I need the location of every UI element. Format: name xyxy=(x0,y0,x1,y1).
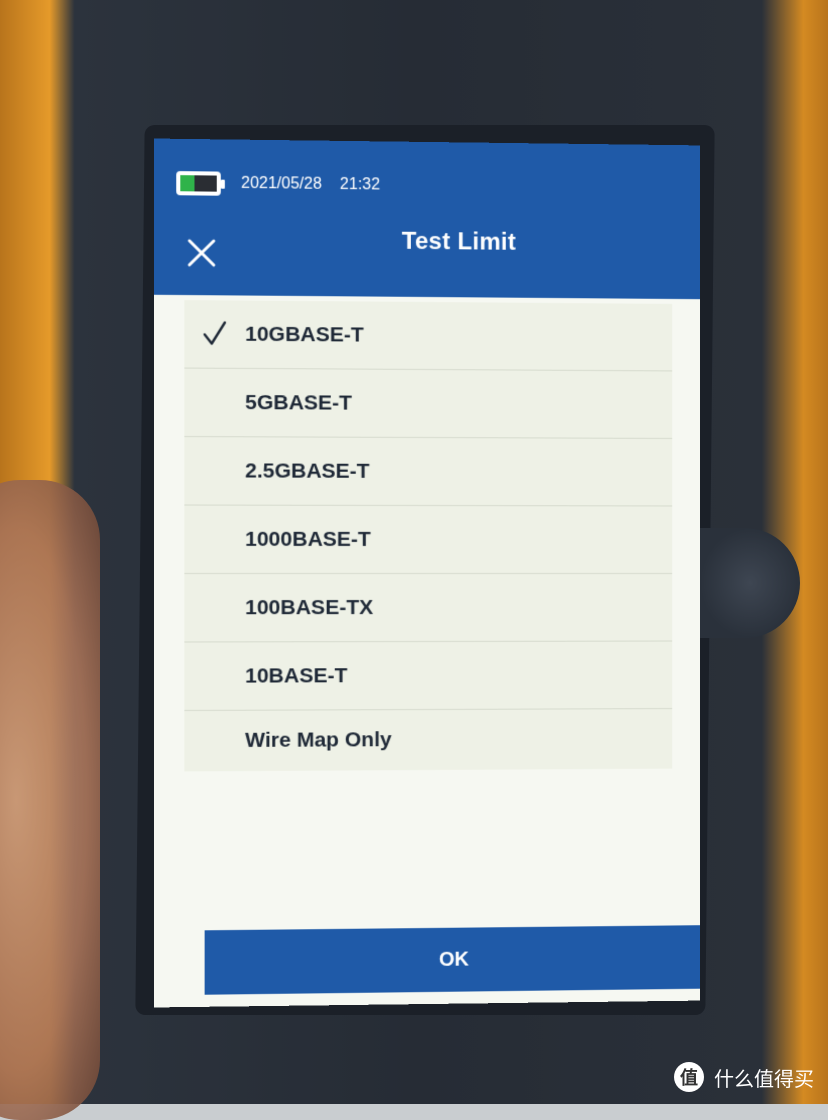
limit-option-label: 100BASE-TX xyxy=(245,596,373,620)
status-bar: 2021/05/28 21:32 xyxy=(176,169,380,199)
hand xyxy=(0,480,100,1120)
limit-option-2-5gbase-t[interactable]: 2.5GBASE-T xyxy=(184,437,672,506)
limit-option-10gbase-t[interactable]: 10GBASE-T xyxy=(184,300,672,371)
watermark-logo-icon: 值 xyxy=(674,1062,704,1092)
watermark-text: 什么值得买 xyxy=(714,1063,814,1092)
limit-option-wire-map-only[interactable]: Wire Map Only xyxy=(184,709,672,771)
touch-screen: 2021/05/28 21:32 Test Limit 10GBASE-T 5G… xyxy=(154,139,700,1008)
watermark: 值 什么值得买 xyxy=(674,1062,814,1092)
limit-option-label: 1000BASE-T xyxy=(245,527,371,551)
limit-option-label: 2.5GBASE-T xyxy=(245,459,370,483)
test-limit-list: 10GBASE-T 5GBASE-T 2.5GBASE-T 1000BASE-T… xyxy=(184,300,672,771)
ok-label: OK xyxy=(439,948,469,971)
limit-option-label: 5GBASE-T xyxy=(245,391,352,416)
status-date: 2021/05/28 xyxy=(241,175,322,194)
limit-option-1000base-t[interactable]: 1000BASE-T xyxy=(184,506,672,574)
checkmark-icon xyxy=(203,320,227,346)
battery-icon xyxy=(176,171,221,196)
header-bar: 2021/05/28 21:32 Test Limit xyxy=(154,139,700,300)
limit-option-5gbase-t[interactable]: 5GBASE-T xyxy=(184,369,672,439)
limit-option-label: 10BASE-T xyxy=(245,664,347,688)
ok-button[interactable]: OK xyxy=(205,925,700,995)
limit-option-label: 10GBASE-T xyxy=(245,322,364,347)
status-time: 21:32 xyxy=(340,176,380,194)
limit-option-10base-t[interactable]: 10BASE-T xyxy=(184,642,672,711)
battery-fill xyxy=(180,175,194,191)
page-title: Test Limit xyxy=(154,225,700,258)
limit-option-label: Wire Map Only xyxy=(245,728,392,753)
limit-option-100base-tx[interactable]: 100BASE-TX xyxy=(184,574,672,642)
